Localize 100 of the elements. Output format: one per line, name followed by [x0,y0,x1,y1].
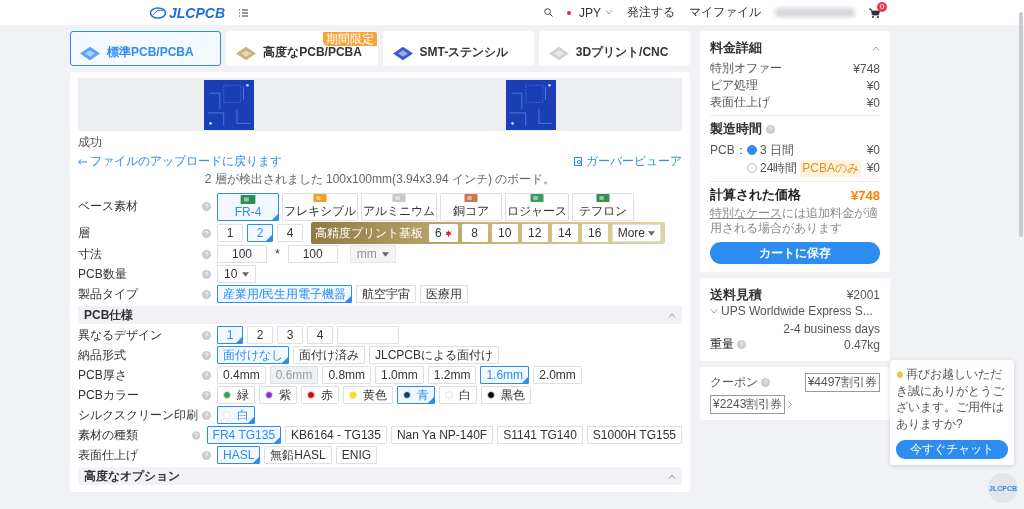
currency-select[interactable]: JPY [567,5,613,20]
field-label: 製品タイプ [78,285,140,303]
option-button[interactable]: 12 [521,224,548,242]
option-button[interactable]: 赤 [301,386,339,404]
build-time-title: 製造時間 [710,120,762,138]
shipping-title: 送料見積 [710,286,762,304]
option-button[interactable]: 医療用 [420,285,469,303]
upload-status-text: 成功 [78,134,103,151]
option-button[interactable]: JLCPCBによる面付け [369,346,499,364]
option-button[interactable]: S1000H TG155 [586,426,682,444]
build-time-option: 24時間 [760,159,798,177]
option-button[interactable]: 1 [217,224,243,242]
option-button[interactable]: 緑 [217,386,255,404]
option-button[interactable]: 白 [439,386,477,404]
section-title: PCB仕様 [84,306,134,324]
price-item-label: 特別オファー [710,60,782,77]
price-item-label: 表面仕上げ [710,94,770,111]
option-button[interactable]: 10 [491,224,518,242]
field-label: PCBカラー [78,386,140,404]
option-button[interactable]: 16 [581,224,608,242]
product-tab[interactable]: SMT-ステンシル [382,31,534,66]
nav-link[interactable]: 発注する [627,4,675,21]
detection-text: 2 層が検出されました 100x100mm(3.94x3.94 インチ) のボード。 [203,171,557,188]
option-button[interactable]: 航空宇宙 [356,285,417,303]
weight-label: 重量 [710,336,734,353]
material-option[interactable]: テフロン [572,192,634,221]
option-button[interactable]: 黒色 [481,386,531,404]
logo-text[interactable]: JLCPCB [169,4,225,21]
gerber-viewer-link[interactable]: ガーバービューア [574,153,682,170]
price-title: 料金詳細 [710,39,762,57]
option-button[interactable]: 1.2mm [427,366,477,384]
price-item-value: ¥0 [866,95,880,110]
product-tab[interactable]: 期間限定 高度なPCB/PCBA [226,31,378,66]
field-label: ベース素材 [78,198,139,215]
weight-value: 0.47kg [843,337,880,352]
option-button[interactable]: 黄色 [343,386,393,404]
delivery-days: 2-4 business days [783,322,880,336]
pcb-label: PCB： [710,141,744,159]
option-button[interactable]: 面付け済み [293,346,365,364]
premium-label: 高精度プリント基板 [315,224,423,242]
option-button[interactable]: 1.0mm [375,366,424,384]
field-label: 納品形式 [78,346,127,364]
field-label: PCB数量 [78,265,128,283]
material-option[interactable]: フレキシブル [282,192,358,221]
pcba-only-tag: PCBAのみ [800,159,862,177]
option-button[interactable]: S1141 TG140 [497,426,583,444]
shipping-cost: ¥2001 [846,288,880,302]
limited-time-badge: 期間限定 [322,32,377,46]
option-button[interactable]: 0.4mm [217,366,266,384]
back-to-upload-link[interactable]: ファイルのアップロードに戻ります [78,153,282,170]
option-button[interactable]: 14 [551,224,578,242]
option-button[interactable]: 4 [307,326,333,344]
field-label: 素材の種類 [78,426,139,444]
nav-link[interactable]: マイファイル [689,4,761,21]
build-time-price: ¥0 [866,161,880,175]
total-price: ¥748 [851,187,880,203]
option-button[interactable]: 2 [247,326,273,344]
special-cases-link[interactable]: 特別なケース [710,206,782,220]
shipping-method[interactable]: UPS Worldwide Express S... [721,304,873,318]
coupon-tag[interactable]: ¥4497割引券 [804,373,880,392]
field-label: 層 [78,224,91,242]
coupon-label: クーポン [710,374,758,391]
cart-count-badge: 0 [877,1,887,12]
more-button[interactable]: More [611,224,662,242]
coupon-tag[interactable]: ¥2243割引券 [710,395,786,414]
price-item-value: ¥748 [853,61,880,76]
option-button[interactable]: 2.0mm [533,366,582,384]
build-time-price: ¥0 [866,143,880,157]
section-header[interactable]: PCB仕様 [78,306,682,324]
total-label: 計算された価格 [710,186,801,204]
section-header[interactable]: 高度なオプション [78,467,682,485]
field-label: 異なるデザイン [78,326,163,344]
width-field[interactable]: 100 [217,245,267,263]
material-option[interactable]: アルミニウム [361,192,437,221]
option-button[interactable]: 6 [429,224,458,242]
product-tab[interactable]: 3Dプリント/CNC [538,31,690,66]
material-option[interactable]: ロジャース [505,192,569,221]
build-time-option: 3 日間 [760,141,794,159]
field-label: PCB厚さ [78,366,128,384]
price-item-label: ビア処理 [710,77,758,94]
option-button[interactable]: ENIG [335,446,378,464]
option-button[interactable]: 4 [277,224,303,242]
option-button[interactable]: KB6164 - TG135 [285,426,387,444]
section-title: 高度なオプション [84,467,180,485]
option-button[interactable]: 3 [277,326,303,344]
option-button[interactable]: Nan Ya NP-140F [390,426,494,444]
quantity-select[interactable]: 10 [217,265,257,283]
field-label: シルクスクリーン印刷 [78,406,199,424]
price-note: 特別なケースには追加料金が適用される場合があります [710,206,879,236]
option-button[interactable]: 紫 [259,386,297,404]
option-button[interactable]: 無鉛HASL [264,446,332,464]
price-item-value: ¥0 [866,78,880,93]
field-label: 表面仕上げ [78,446,139,464]
chat-message: 再びお越しいただき誠にありがとうございます。ご用件はありますか? [896,365,1005,433]
option-button[interactable]: 0.8mm [322,366,372,384]
field-label: 寸法 [78,245,103,263]
option-button[interactable]: 8 [461,224,488,242]
material-option[interactable]: 銅コア [440,192,502,221]
height-field[interactable]: 100 [287,245,338,263]
separator-text: * [275,247,280,261]
